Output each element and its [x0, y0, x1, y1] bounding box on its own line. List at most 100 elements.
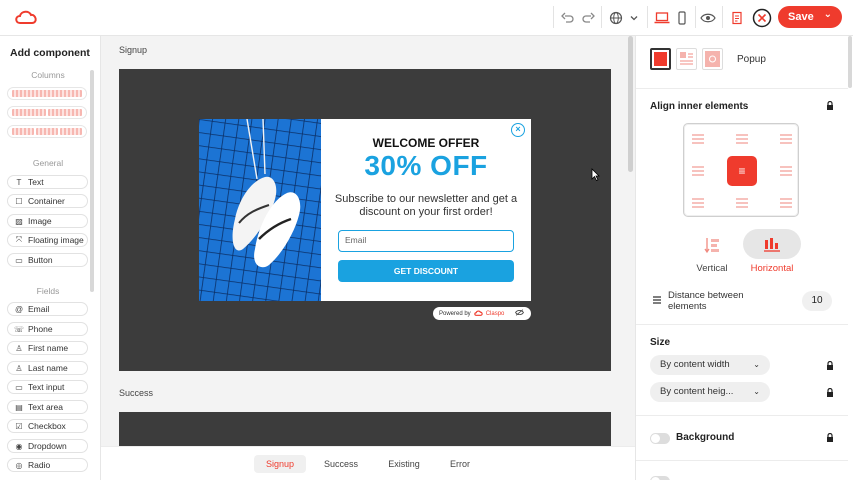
- distance-input[interactable]: 10: [802, 291, 832, 311]
- canvas-scrollbar[interactable]: [628, 36, 633, 172]
- align-middle-right[interactable]: [780, 164, 792, 176]
- direction-horizontal[interactable]: Horizontal: [742, 229, 802, 274]
- align-middle-left[interactable]: [692, 164, 704, 176]
- vertical-label: Vertical: [696, 263, 728, 274]
- component-sidebar: Add component Columns General T Text ☐ Con…: [0, 36, 101, 480]
- column-layout-3[interactable]: [7, 125, 87, 138]
- tab-success[interactable]: Success: [315, 455, 367, 473]
- save-button[interactable]: Save ⌄: [778, 6, 842, 28]
- preview-eye-icon[interactable]: [699, 9, 717, 27]
- align-top-center[interactable]: [736, 132, 748, 144]
- document-settings-icon[interactable]: [728, 9, 746, 27]
- layout-thumb-banner[interactable]: [702, 48, 723, 70]
- background-label: Background: [676, 432, 735, 443]
- field-phone[interactable]: ☏ Phone: [7, 322, 88, 336]
- person-icon: ♙: [15, 343, 23, 353]
- chevron-down-icon[interactable]: [625, 9, 643, 27]
- component-floating-image[interactable]: ⤧ Floating image: [7, 233, 88, 247]
- popup-email-input[interactable]: Email: [338, 230, 514, 252]
- success-frame-label: Success: [119, 388, 154, 398]
- panel-divider: [636, 460, 848, 461]
- checkbox-icon: ☑: [15, 421, 23, 431]
- sidebar-title: Add component: [10, 47, 90, 59]
- horizontal-align-icon: [743, 229, 801, 259]
- button-icon: ▭: [15, 255, 23, 265]
- align-top-left[interactable]: [692, 132, 704, 144]
- at-icon: @: [14, 304, 24, 314]
- toolbar-separator: [647, 6, 648, 28]
- field-last-name[interactable]: ♙ Last name: [7, 361, 88, 375]
- sidebar-scrollbar[interactable]: [90, 70, 94, 292]
- signup-frame[interactable]: × WELCOME OFFER 30% OFF Subscribe to our…: [119, 69, 611, 371]
- column-layout-2[interactable]: [7, 106, 87, 119]
- tab-signup[interactable]: Signup: [254, 455, 306, 473]
- align-bottom-right[interactable]: [780, 196, 792, 208]
- hide-eye-icon[interactable]: [515, 309, 525, 318]
- mobile-icon[interactable]: [673, 9, 691, 27]
- editor-canvas[interactable]: Signup × WELCOME OFFER 30% OFF Subscribe…: [101, 36, 635, 480]
- next-section-toggle[interactable]: [650, 476, 670, 480]
- person-icon: ♙: [15, 363, 23, 373]
- component-button[interactable]: ▭ Button: [7, 253, 88, 267]
- component-text[interactable]: T Text: [7, 175, 88, 189]
- chevron-down-icon: ⌄: [753, 360, 760, 369]
- tab-existing[interactable]: Existing: [378, 455, 430, 473]
- sneakers-image[interactable]: [199, 119, 321, 301]
- align-center-selected-icon[interactable]: ≡: [727, 156, 757, 186]
- popup-title[interactable]: WELCOME OFFER: [321, 136, 531, 150]
- align-title: Align inner elements: [650, 101, 749, 112]
- text-icon: T: [16, 177, 22, 187]
- align-top-right[interactable]: [780, 132, 792, 144]
- field-dropdown[interactable]: ◉ Dropdown: [7, 439, 88, 453]
- phone-icon: ☏: [14, 324, 25, 334]
- powered-by-badge[interactable]: Powered by Claspo: [433, 307, 531, 320]
- chevron-down-icon[interactable]: ⌄: [824, 9, 832, 20]
- size-title: Size: [650, 337, 671, 348]
- component-image[interactable]: ▨ Image: [7, 214, 88, 228]
- layout-thumb-popup[interactable]: [650, 48, 671, 70]
- field-text-input[interactable]: ▭ Text input: [7, 380, 88, 394]
- lock-icon[interactable]: [826, 360, 834, 372]
- lock-icon[interactable]: [826, 432, 834, 444]
- globe-icon[interactable]: [607, 9, 625, 27]
- field-first-name[interactable]: ♙ First name: [7, 341, 88, 355]
- component-container[interactable]: ☐ Container: [7, 194, 88, 208]
- popup-content: × WELCOME OFFER 30% OFF Subscribe to our…: [321, 119, 531, 301]
- top-toolbar: Save ⌄: [0, 0, 853, 36]
- redo-icon[interactable]: [579, 9, 597, 27]
- close-editor-icon[interactable]: [752, 8, 772, 28]
- direction-vertical[interactable]: Vertical: [682, 229, 742, 274]
- field-email[interactable]: @ Email: [7, 302, 88, 316]
- column-layout-1[interactable]: [7, 87, 87, 100]
- align-bottom-center[interactable]: [736, 196, 748, 208]
- image-icon: ▨: [15, 216, 23, 226]
- field-radio[interactable]: ◎ Radio: [7, 458, 88, 472]
- field-checkbox[interactable]: ☑ Checkbox: [7, 419, 88, 433]
- lock-icon[interactable]: [826, 387, 834, 399]
- get-discount-button[interactable]: GET DISCOUNT: [338, 260, 514, 282]
- popup-widget[interactable]: × WELCOME OFFER 30% OFF Subscribe to our…: [199, 119, 531, 301]
- powered-by-text: Powered by: [439, 310, 471, 317]
- section-columns: Columns: [31, 70, 65, 80]
- align-bottom-left[interactable]: [692, 196, 704, 208]
- popup-headline[interactable]: 30% OFF: [321, 150, 531, 182]
- panel-scrollbar[interactable]: [848, 36, 852, 88]
- width-select[interactable]: By content width ⌄: [650, 355, 770, 375]
- floating-image-icon: ⤧: [15, 235, 23, 244]
- tab-error[interactable]: Error: [434, 455, 486, 473]
- desktop-icon[interactable]: [653, 9, 671, 27]
- lock-icon[interactable]: [826, 100, 834, 112]
- alignment-grid[interactable]: ≡: [683, 123, 799, 217]
- popup-close-icon[interactable]: ×: [511, 123, 525, 137]
- background-toggle[interactable]: [650, 433, 670, 444]
- field-text-area[interactable]: ▤ Text area: [7, 400, 88, 414]
- claspo-logo-icon[interactable]: [14, 9, 38, 25]
- properties-panel: Popup Align inner elements ≡ Vertical Ho…: [635, 36, 853, 480]
- height-select[interactable]: By content heig... ⌄: [650, 382, 770, 402]
- panel-divider: [636, 324, 848, 325]
- panel-divider: [636, 88, 848, 89]
- section-general: General: [32, 158, 64, 168]
- undo-icon[interactable]: [559, 9, 577, 27]
- popup-subtitle[interactable]: Subscribe to our newsletter and get a di…: [333, 193, 519, 219]
- layout-thumb-floating[interactable]: [676, 48, 697, 70]
